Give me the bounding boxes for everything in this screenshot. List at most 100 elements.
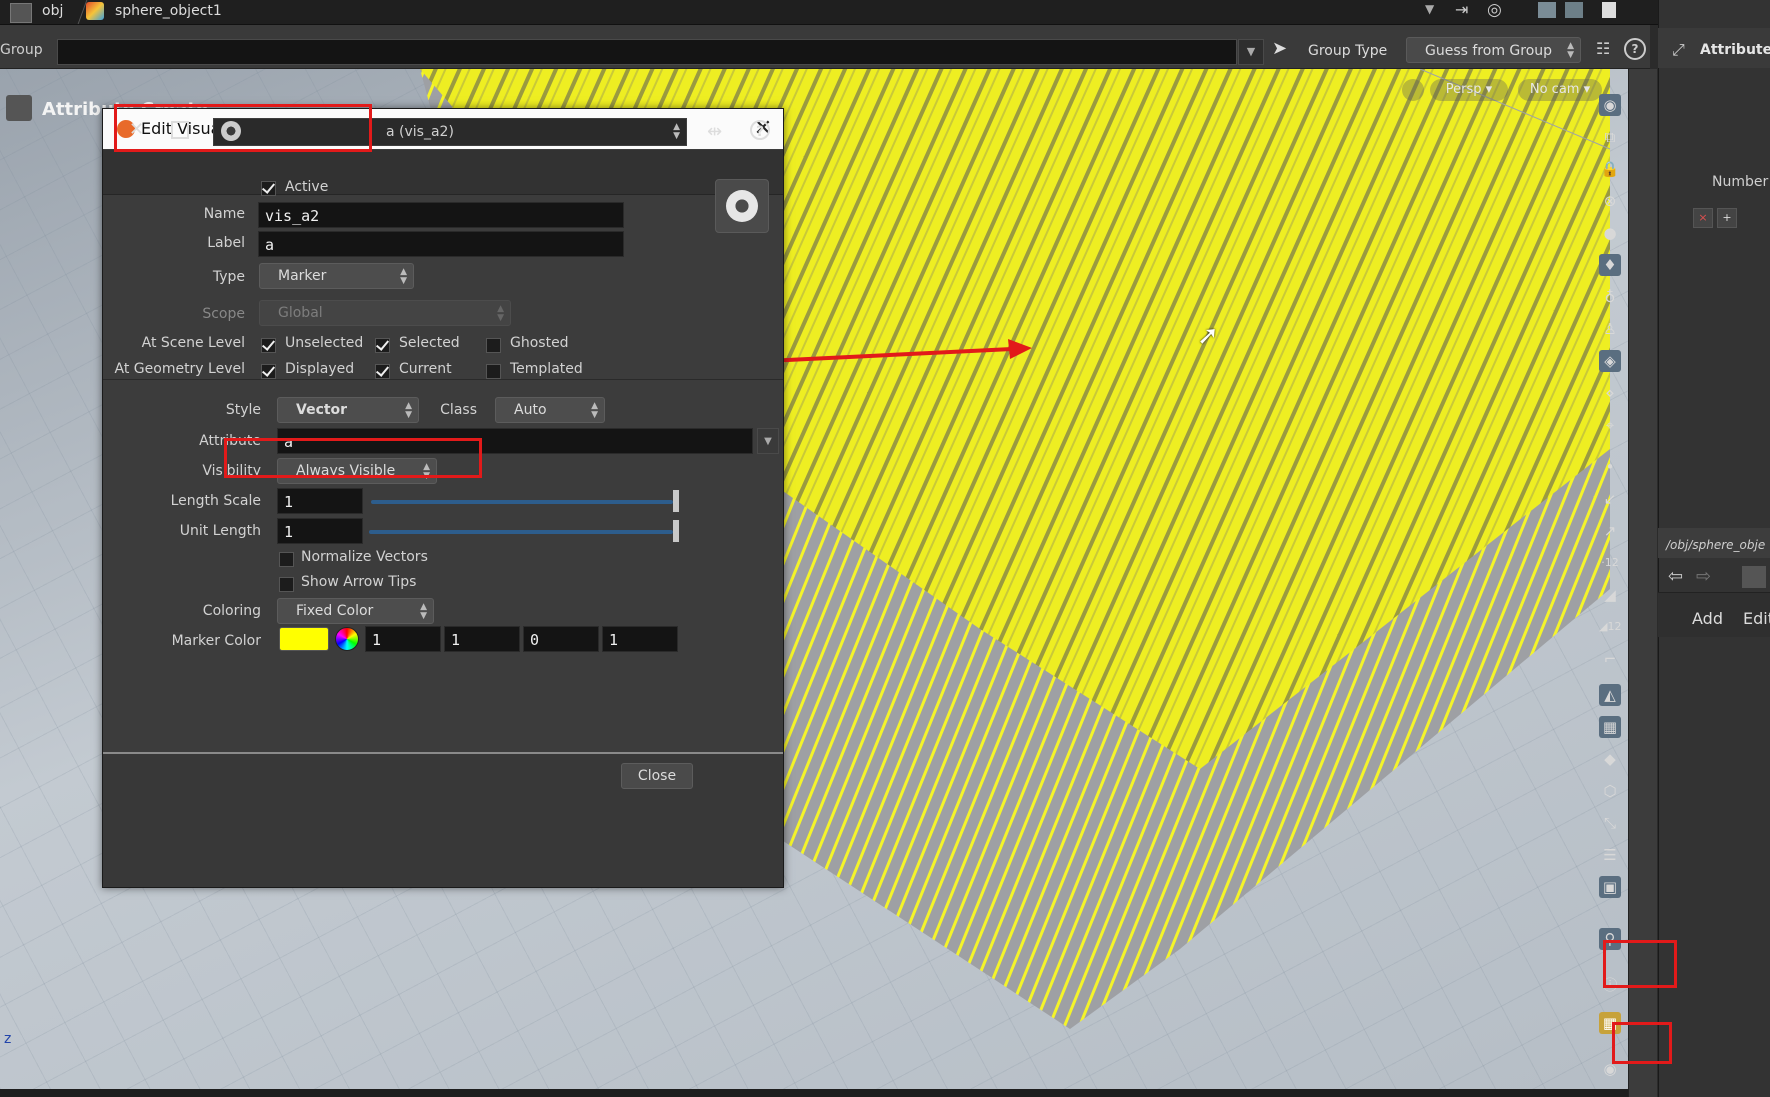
unit-length-label: Unit Length [179, 523, 261, 539]
breadcrumb-separator [67, 0, 88, 24]
select-arrow-icon[interactable]: ➤ [1272, 38, 1287, 59]
number-label: Number [1712, 174, 1769, 190]
vertex-normal-icon[interactable]: ↙ [1599, 488, 1621, 510]
unselected-checkbox[interactable] [261, 338, 276, 353]
displayed-checkbox[interactable] [261, 364, 276, 379]
camera-light-icon[interactable]: ♙ [1599, 318, 1621, 340]
active-checkbox[interactable] [261, 181, 276, 196]
network-forward-icon[interactable]: ⇨ [1696, 566, 1711, 587]
render-icon[interactable] [1565, 2, 1583, 18]
settings-sliders-icon[interactable]: ☷ [1596, 39, 1610, 58]
insert-icon[interactable]: + [1717, 208, 1737, 228]
add-to-geometry-icon[interactable]: ⇹ [707, 121, 729, 143]
pin-icon[interactable]: ⇥ [1455, 0, 1468, 19]
template-icon[interactable]: ◆ [1599, 748, 1621, 770]
path-bar: obj sphere_object1 ▼ ⇥ ◎ ⇦ ⇨ [0, 0, 1770, 25]
unit-length-slider[interactable] [369, 530, 673, 534]
network-icon[interactable] [10, 3, 32, 23]
prim-icon[interactable]: ◢ [1599, 584, 1621, 606]
view-icon[interactable]: ◉ [1599, 94, 1621, 116]
normals-icon[interactable]: ⋄ [1599, 382, 1621, 404]
add-menu[interactable]: Add [1692, 609, 1723, 628]
edit-menu[interactable]: Edit [1743, 609, 1770, 628]
parameter-pane-title: Attribute [1700, 42, 1770, 58]
label-input[interactable]: a [258, 231, 624, 257]
camera-menu[interactable]: No cam ▾ [1518, 79, 1602, 101]
label-label: Label [207, 235, 245, 251]
viewer-icon[interactable] [1538, 2, 1556, 18]
marker-color-g-input[interactable]: 1 [444, 626, 520, 652]
style-label: Style [225, 402, 261, 418]
handle-icon[interactable]: ⤡ [1599, 812, 1621, 834]
ghosted-label: Ghosted [510, 335, 569, 351]
prim-number-icon[interactable]: ◢12 [1599, 616, 1621, 638]
backface-icon[interactable]: ◭ [1599, 684, 1621, 706]
breadcrumb-sphere-object[interactable]: sphere_object1 [115, 3, 222, 19]
visualizer-select-value: a (vis_a2) [386, 124, 454, 140]
attribute-dropdown-icon[interactable]: ▼ [757, 428, 779, 454]
shading-icon[interactable]: ● [1599, 222, 1621, 244]
mouse-cursor-icon: ➚ [1197, 321, 1219, 351]
selected-checkbox[interactable] [375, 338, 390, 353]
marker-color-swatch[interactable] [279, 627, 329, 651]
point-number-icon[interactable]: ·12 [1599, 552, 1621, 574]
unit-length-handle[interactable] [673, 520, 679, 542]
wireframe-icon[interactable]: ◈ [1599, 350, 1621, 372]
light-icon[interactable]: ♦ [1599, 254, 1621, 276]
remove-icon[interactable]: × [1693, 208, 1713, 228]
visualizer-toolbar [103, 150, 783, 195]
show-arrow-tips-checkbox[interactable] [279, 577, 294, 592]
background-icon[interactable]: ▣ [1599, 876, 1621, 898]
target-icon[interactable]: ◎ [1487, 0, 1502, 20]
unit-length-input[interactable]: 1 [277, 518, 363, 544]
network-path[interactable]: /obj/sphere_obje [1666, 538, 1765, 552]
perspective-menu[interactable]: Persp ▾ [1430, 79, 1508, 101]
breadcrumb-obj[interactable]: obj [42, 3, 63, 19]
class-select[interactable]: Auto ▲ ▼ [495, 397, 605, 423]
scope-label: Scope [202, 306, 245, 322]
close-button[interactable]: Close [621, 763, 693, 789]
color-wheel-icon[interactable] [335, 627, 359, 651]
uv-border-icon[interactable]: ⌐ [1599, 648, 1621, 670]
network-panel-icon[interactable] [1742, 566, 1766, 588]
ghosted-checkbox[interactable] [486, 338, 501, 353]
spinner-icon: ▲ ▼ [591, 401, 598, 420]
length-scale-handle[interactable] [673, 490, 679, 512]
group-dropdown-icon[interactable]: ▼ [1238, 39, 1264, 65]
style-select[interactable]: Vector ▲ ▼ [277, 397, 419, 423]
xray-icon[interactable]: ⊗ [1599, 190, 1621, 212]
network-back-icon[interactable]: ⇦ [1668, 566, 1683, 587]
visualizer-type-gear-button[interactable] [715, 179, 769, 233]
normalize-vectors-checkbox[interactable] [279, 552, 294, 567]
current-checkbox[interactable] [375, 364, 390, 379]
primitive-normal-icon[interactable]: ↗ [1599, 520, 1621, 542]
spinner-icon: ▲ ▼ [420, 602, 427, 621]
path-dropdown-icon[interactable]: ▼ [1425, 2, 1434, 16]
page-icon[interactable] [1602, 2, 1616, 18]
point-icon[interactable]: • [1599, 456, 1621, 478]
coloring-select[interactable]: Fixed Color ▲ ▼ [277, 598, 434, 624]
timeline-ruler[interactable] [0, 1089, 1628, 1097]
coloring-value: Fixed Color [296, 603, 374, 619]
type-select[interactable]: Marker ▲ ▼ [259, 263, 414, 289]
cube-icon[interactable]: ⬡ [1599, 780, 1621, 802]
templated-checkbox[interactable] [486, 364, 501, 379]
marker-color-a-input[interactable]: 1 [602, 626, 678, 652]
length-scale-slider[interactable] [371, 500, 673, 504]
bulb-icon[interactable]: ♁ [1599, 286, 1621, 308]
snapshot-icon[interactable]: ⧉ [1599, 126, 1621, 148]
lock-icon[interactable] [1402, 79, 1424, 101]
lock-camera-icon[interactable]: 🔒 [1599, 158, 1621, 180]
length-scale-input[interactable]: 1 [277, 488, 363, 514]
guide-icon[interactable]: ⌖ [1599, 414, 1621, 436]
show-arrow-tips-label: Show Arrow Tips [301, 574, 417, 590]
checker-icon[interactable]: ▦ [1599, 716, 1621, 738]
help-icon[interactable]: ? [750, 120, 770, 140]
name-input[interactable]: vis_a2 [258, 202, 624, 228]
marker-color-r-input[interactable]: 1 [365, 626, 441, 652]
group-type-select[interactable]: Guess from Group ▲ ▼ [1406, 37, 1581, 63]
marker-color-b-input[interactable]: 0 [523, 626, 599, 652]
help-icon[interactable]: ? [1624, 38, 1646, 60]
group-input[interactable] [57, 39, 1237, 65]
stack-icon[interactable]: ☰ [1599, 844, 1621, 866]
